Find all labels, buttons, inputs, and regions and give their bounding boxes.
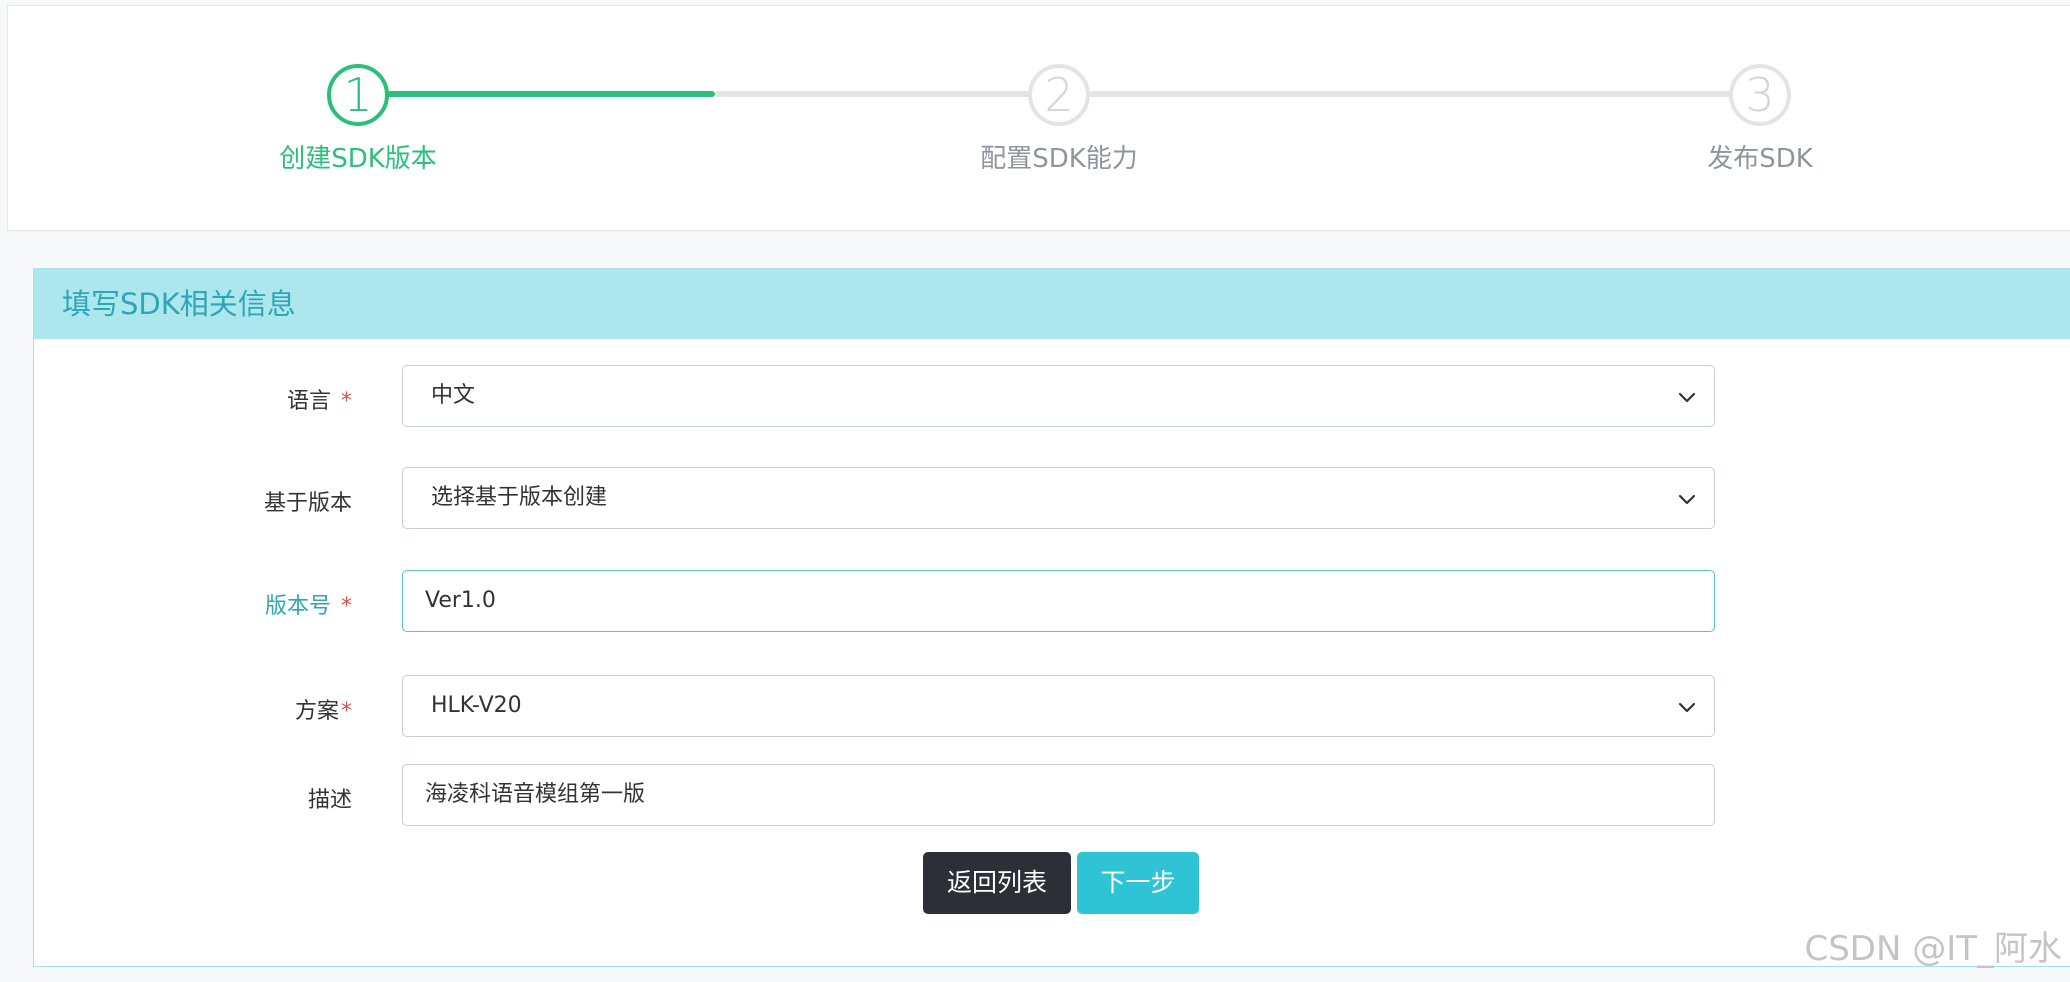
required-mark: * xyxy=(341,594,352,619)
scheme-select-value: HLK-V20 xyxy=(431,693,522,718)
step-2-circle: 2 xyxy=(1028,64,1090,126)
required-mark: * xyxy=(341,389,352,414)
step-3-circle: 3 xyxy=(1729,64,1791,126)
scheme-select[interactable]: HLK-V20 xyxy=(402,675,1715,737)
version-no-input-value: Ver1.0 xyxy=(425,588,496,613)
version-no-label-text: 版本号 xyxy=(264,594,331,619)
description-input[interactable]: 海凌科语音模组第一版 xyxy=(402,764,1715,826)
language-row: 语言 * 中文 xyxy=(34,365,2070,427)
version-no-row: 版本号 * Ver1.0 xyxy=(34,570,2070,632)
base-version-select-value: 选择基于版本创建 xyxy=(431,485,608,510)
base-version-label: 基于版本 xyxy=(264,485,352,517)
step-1-label: 创建SDK版本 xyxy=(279,144,437,174)
step-2: 2 配置SDK能力 xyxy=(929,64,1189,175)
description-label: 描述 xyxy=(308,782,352,814)
step-1: 1 创建SDK版本 xyxy=(228,64,488,175)
back-to-list-button[interactable]: 返回列表 xyxy=(923,852,1071,914)
next-step-button[interactable]: 下一步 xyxy=(1077,852,1199,914)
scheme-row: 方案* HLK-V20 xyxy=(34,675,2070,737)
panel-heading: 填写SDK相关信息 xyxy=(34,269,2070,339)
base-version-row: 基于版本 选择基于版本创建 xyxy=(34,467,2070,529)
sdk-info-panel: 填写SDK相关信息 语言 * 中文 基于版本 选择基于版本创建 版本号 * Ve… xyxy=(33,268,2070,967)
description-row: 描述 海凌科语音模组第一版 xyxy=(34,764,2070,826)
description-label-text: 描述 xyxy=(307,788,352,813)
step-3-label: 发布SDK xyxy=(1707,144,1813,174)
version-no-label: 版本号 * xyxy=(265,588,352,620)
scheme-label-text: 方案 xyxy=(294,699,339,724)
chevron-down-icon xyxy=(1678,698,1696,716)
form-actions: 返回列表 下一步 xyxy=(34,852,2070,914)
step-1-circle: 1 xyxy=(327,64,389,126)
description-input-value: 海凌科语音模组第一版 xyxy=(425,782,646,807)
language-label: 语言 * xyxy=(287,383,352,415)
base-version-label-text: 基于版本 xyxy=(263,491,352,516)
chevron-down-icon xyxy=(1678,490,1696,508)
version-no-input[interactable]: Ver1.0 xyxy=(402,570,1715,632)
step-3: 3 发布SDK xyxy=(1630,64,1890,175)
step-track-remaining xyxy=(715,91,1767,97)
language-select[interactable]: 中文 xyxy=(402,365,1715,427)
base-version-select[interactable]: 选择基于版本创建 xyxy=(402,467,1715,529)
chevron-down-icon xyxy=(1678,388,1696,406)
required-mark: * xyxy=(341,699,352,724)
language-select-value: 中文 xyxy=(431,383,476,408)
language-label-text: 语言 xyxy=(286,389,331,414)
scheme-label: 方案* xyxy=(295,693,352,725)
watermark: CSDN @IT_阿水 xyxy=(1804,929,2062,969)
step-2-label: 配置SDK能力 xyxy=(980,144,1138,174)
steps-card: 1 创建SDK版本 2 配置SDK能力 3 发布SDK xyxy=(7,5,2070,231)
